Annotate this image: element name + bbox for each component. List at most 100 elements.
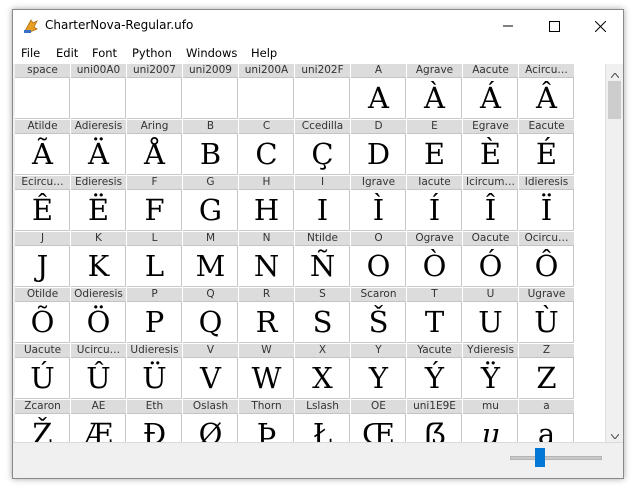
close-button[interactable] bbox=[577, 10, 623, 42]
glyph-cell[interactable]: Lslash Ł bbox=[295, 400, 350, 442]
glyph-cell[interactable]: AA bbox=[351, 64, 406, 119]
glyph-name-label: Idieresis bbox=[519, 176, 574, 190]
glyph-cell[interactable]: Oacute Ó bbox=[463, 232, 518, 287]
glyph-cell[interactable]: XX bbox=[295, 344, 350, 399]
glyph-cell[interactable]: Adieresis Ä bbox=[71, 120, 126, 175]
glyph-cell[interactable]: EE bbox=[407, 120, 462, 175]
glyph-cell[interactable]: Icircum… Î bbox=[463, 176, 518, 231]
title-bar[interactable]: CharterNova-Regular.ufo bbox=[13, 10, 623, 42]
glyph-cell[interactable]: JJ bbox=[15, 232, 70, 287]
glyph-preview: Þ bbox=[256, 417, 277, 442]
glyph-cell[interactable]: Odieresis Ö bbox=[71, 288, 126, 343]
glyph-cell[interactable]: Ugrave Ù bbox=[519, 288, 574, 343]
maximize-button[interactable] bbox=[531, 10, 577, 42]
glyph-name-label: Ntilde bbox=[295, 232, 350, 246]
glyph-preview: Đ bbox=[142, 417, 167, 442]
glyph-cell[interactable]: uni2009 bbox=[183, 64, 238, 119]
glyph-name-label: Eacute bbox=[519, 120, 574, 134]
zoom-slider-thumb[interactable] bbox=[535, 448, 545, 467]
minimize-button[interactable] bbox=[485, 10, 531, 42]
glyph-cell[interactable]: Ntilde Ñ bbox=[295, 232, 350, 287]
glyph-cell[interactable]: RR bbox=[239, 288, 294, 343]
glyph-cell[interactable]: Aring Å bbox=[127, 120, 182, 175]
glyph-cell[interactable]: uni200A bbox=[239, 64, 294, 119]
glyph-cell[interactable]: Agrave À bbox=[407, 64, 462, 119]
menu-python[interactable]: Python bbox=[132, 46, 172, 60]
glyph-name-label: Otilde bbox=[15, 288, 70, 302]
glyph-cell[interactable]: LL bbox=[127, 232, 182, 287]
glyph-cell[interactable]: uni2007 bbox=[127, 64, 182, 119]
scroll-down-button[interactable] bbox=[606, 425, 623, 442]
glyph-cell[interactable]: Eacute É bbox=[519, 120, 574, 175]
glyph-cell[interactable]: Ydieresis Ÿ bbox=[463, 344, 518, 399]
glyph-cell[interactable]: uni00A0 bbox=[71, 64, 126, 119]
glyph-cell[interactable]: aa bbox=[519, 400, 574, 442]
glyph-cell[interactable]: Otilde Õ bbox=[15, 288, 70, 343]
glyph-cell[interactable]: space bbox=[15, 64, 70, 119]
glyph-cell[interactable]: Igrave Ì bbox=[351, 176, 406, 231]
glyph-cell[interactable]: HH bbox=[239, 176, 294, 231]
glyph-cell[interactable]: Scaron Š bbox=[351, 288, 406, 343]
menu-edit[interactable]: Edit bbox=[56, 46, 78, 60]
glyph-cell[interactable]: UU bbox=[463, 288, 518, 343]
scrollbar-thumb[interactable] bbox=[608, 81, 621, 119]
glyph-cell[interactable]: Ograve Ò bbox=[407, 232, 462, 287]
glyph-cell[interactable]: YY bbox=[351, 344, 406, 399]
glyph-cell[interactable]: Oslash Ø bbox=[183, 400, 238, 442]
glyph-cell[interactable]: Atilde Ã bbox=[15, 120, 70, 175]
glyph-cell[interactable]: Zcaron Ž bbox=[15, 400, 70, 442]
glyph-cell[interactable]: FF bbox=[127, 176, 182, 231]
glyph-cell[interactable]: GG bbox=[183, 176, 238, 231]
glyph-cell[interactable]: AE Æ bbox=[71, 400, 126, 442]
glyph-preview: Ú bbox=[30, 361, 55, 395]
glyph-cell[interactable]: Ecircu… Ê bbox=[15, 176, 70, 231]
glyph-preview: S bbox=[312, 305, 333, 339]
glyph-cell[interactable]: NN bbox=[239, 232, 294, 287]
menu-help[interactable]: Help bbox=[251, 46, 277, 60]
glyph-preview: Ù bbox=[534, 305, 559, 339]
menu-font[interactable]: Font bbox=[92, 46, 117, 60]
glyph-cell[interactable]: Idieresis Ï bbox=[519, 176, 574, 231]
glyph-cell[interactable]: KK bbox=[71, 232, 126, 287]
glyph-cell[interactable]: Uacute Ú bbox=[15, 344, 70, 399]
glyph-cell[interactable]: Thorn Þ bbox=[239, 400, 294, 442]
glyph-cell[interactable]: Edieresis Ë bbox=[71, 176, 126, 231]
glyph-cell[interactable]: BB bbox=[183, 120, 238, 175]
glyph-cell[interactable]: uni202F bbox=[295, 64, 350, 119]
glyph-cell[interactable]: Yacute Ý bbox=[407, 344, 462, 399]
glyph-cell[interactable]: QQ bbox=[183, 288, 238, 343]
glyph-cell[interactable]: II bbox=[295, 176, 350, 231]
glyph-cell[interactable]: MM bbox=[183, 232, 238, 287]
menu-file[interactable]: File bbox=[21, 46, 40, 60]
glyph-cell[interactable]: CC bbox=[239, 120, 294, 175]
glyph-cell[interactable]: Acircu… Â bbox=[519, 64, 574, 119]
glyph-cell[interactable]: mu μ bbox=[463, 400, 518, 442]
glyph-cell[interactable]: Ocircu… Ô bbox=[519, 232, 574, 287]
menu-windows[interactable]: Windows bbox=[186, 46, 237, 60]
glyph-cell[interactable]: SS bbox=[295, 288, 350, 343]
glyph-preview: Ø bbox=[198, 417, 223, 442]
glyph-name-label: Z bbox=[519, 344, 574, 358]
glyph-cell[interactable]: PP bbox=[127, 288, 182, 343]
glyph-cell[interactable]: DD bbox=[351, 120, 406, 175]
glyph-cell[interactable]: OO bbox=[351, 232, 406, 287]
glyph-name-label: C bbox=[239, 120, 294, 134]
glyph-cell[interactable]: Ucircu… Û bbox=[71, 344, 126, 399]
glyph-preview: Ô bbox=[534, 249, 559, 283]
glyph-cell[interactable]: Egrave È bbox=[463, 120, 518, 175]
glyph-cell[interactable]: OE Œ bbox=[351, 400, 406, 442]
glyph-cell[interactable]: VV bbox=[183, 344, 238, 399]
glyph-cell[interactable]: ZZ bbox=[519, 344, 574, 399]
glyph-cell[interactable]: Eth Đ bbox=[127, 400, 182, 442]
glyph-name-label: U bbox=[463, 288, 518, 302]
glyph-cell[interactable]: Ccedilla Ç bbox=[295, 120, 350, 175]
glyph-cell[interactable]: WW bbox=[239, 344, 294, 399]
glyph-cell[interactable]: Aacute Á bbox=[463, 64, 518, 119]
glyph-cell[interactable]: TT bbox=[407, 288, 462, 343]
scroll-up-button[interactable] bbox=[606, 64, 623, 81]
zoom-slider-track[interactable] bbox=[510, 456, 602, 460]
glyph-cell[interactable]: Iacute Í bbox=[407, 176, 462, 231]
glyph-cell[interactable]: Udieresis Ü bbox=[127, 344, 182, 399]
vertical-scrollbar[interactable] bbox=[605, 64, 623, 442]
glyph-cell[interactable]: uni1E9E ẞ bbox=[407, 400, 462, 442]
